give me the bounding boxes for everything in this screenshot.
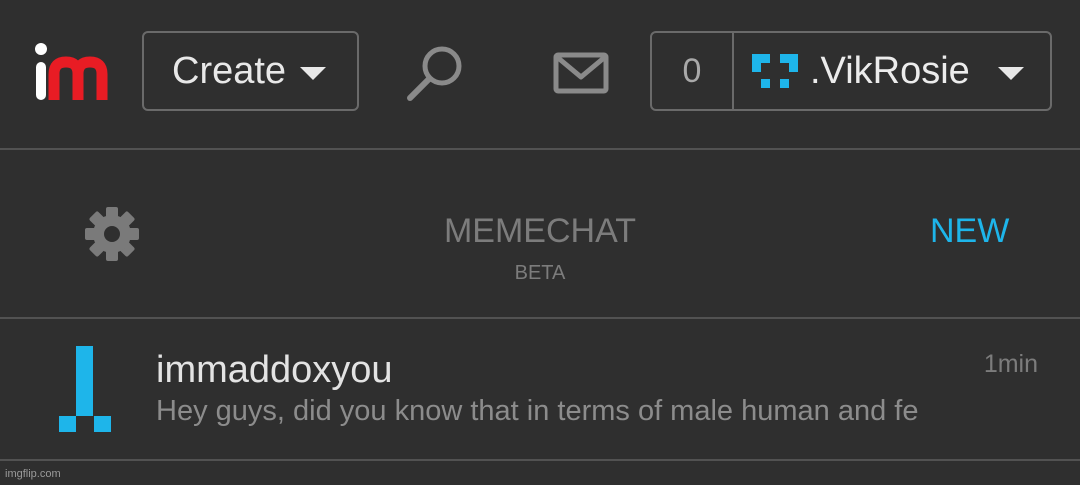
notification-count[interactable]: 0 <box>652 33 734 109</box>
new-chat-button[interactable]: NEW <box>930 212 1009 251</box>
user-avatar <box>752 54 798 88</box>
chevron-down-icon <box>998 66 1024 80</box>
top-navigation-bar: Create 0 .VikRosie <box>0 0 1080 148</box>
search-icon[interactable] <box>404 44 466 104</box>
conversation-time: 1min <box>983 350 1038 378</box>
username-label: .VikRosie <box>810 49 970 92</box>
conversation-preview: Hey guys, did you know that in terms of … <box>156 395 919 427</box>
memechat-beta-label: BETA <box>514 262 566 284</box>
imgflip-watermark: imgflip.com <box>5 468 61 480</box>
user-menu-dropdown[interactable]: .VikRosie <box>734 33 1050 109</box>
conversation-avatar <box>59 346 111 432</box>
mail-icon[interactable] <box>553 52 609 94</box>
divider <box>0 317 1080 319</box>
user-controls: 0 .VikRosie <box>650 31 1052 111</box>
divider <box>0 459 1080 461</box>
memechat-title: MEMECHAT <box>443 212 637 250</box>
create-label: Create <box>172 49 287 92</box>
chevron-down-icon <box>300 66 327 80</box>
conversation-name: immaddoxyou <box>156 349 393 391</box>
create-dropdown-button[interactable]: Create <box>142 31 359 111</box>
gear-icon[interactable] <box>84 206 140 262</box>
imgflip-logo[interactable] <box>34 42 114 102</box>
